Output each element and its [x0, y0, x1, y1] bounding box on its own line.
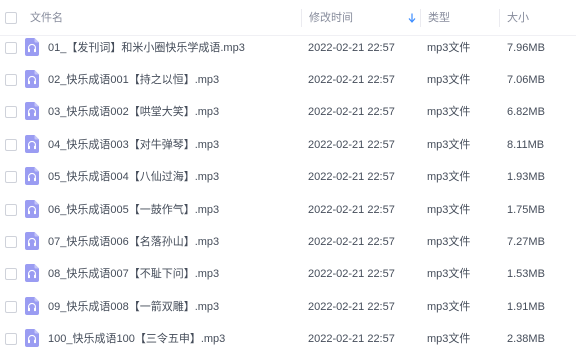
sort-descending-icon[interactable] [408, 13, 416, 23]
file-size: 1.53MB [507, 268, 545, 281]
file-row[interactable]: 02_快乐成语001【持之以恒】.mp3 2022-02-21 22:57 mp3文… [0, 62, 576, 98]
file-modified-time: 2022-02-21 22:57 [308, 203, 395, 216]
file-name[interactable]: 08_快乐成语007【不耻下问】.mp3 [48, 256, 219, 292]
file-name[interactable]: 01_【发刊词】和米小圈快乐学成语.mp3 [48, 30, 245, 66]
file-row[interactable]: 03_快乐成语002【哄堂大笑】.mp3 2022-02-21 22:57 mp3文… [0, 94, 576, 130]
file-size: 1.93MB [507, 171, 545, 184]
file-size: 1.91MB [507, 300, 545, 313]
row-checkbox[interactable] [5, 300, 17, 313]
file-type: mp3文件 [427, 300, 471, 313]
row-checkbox[interactable] [5, 203, 17, 216]
file-type: mp3文件 [427, 41, 471, 54]
row-checkbox[interactable] [5, 171, 17, 184]
file-size: 7.27MB [507, 235, 545, 248]
audio-file-icon [25, 102, 39, 121]
file-list: 文件名 修改时间 类型 大小 01_【发刊词】和米小圈快乐学成语.mp3 2022… [0, 0, 576, 356]
row-checkbox[interactable] [5, 235, 17, 248]
audio-file-icon [25, 264, 39, 283]
file-type: mp3文件 [427, 235, 471, 248]
file-name[interactable]: 100_快乐成语100【三令五申】.mp3 [48, 321, 225, 356]
row-checkbox[interactable] [5, 268, 17, 281]
file-modified-time: 2022-02-21 22:57 [308, 300, 395, 313]
file-name[interactable]: 06_快乐成语005【一鼓作气】.mp3 [48, 192, 219, 228]
file-size: 8.11MB [507, 138, 545, 151]
file-type: mp3文件 [427, 268, 471, 281]
file-name[interactable]: 04_快乐成语003【对牛弹琴】.mp3 [48, 127, 219, 163]
file-row[interactable]: 07_快乐成语006【名落孙山】.mp3 2022-02-21 22:57 mp3文… [0, 224, 576, 260]
file-modified-time: 2022-02-21 22:57 [308, 138, 395, 151]
file-row[interactable]: 05_快乐成语004【八仙过海】.mp3 2022-02-21 22:57 mp3文… [0, 159, 576, 195]
select-all-checkbox[interactable] [5, 12, 17, 24]
file-type: mp3文件 [427, 203, 471, 216]
audio-file-icon [25, 37, 39, 56]
file-modified-time: 2022-02-21 22:57 [308, 41, 395, 54]
file-row[interactable]: 04_快乐成语003【对牛弹琴】.mp3 2022-02-21 22:57 mp3文… [0, 127, 576, 163]
file-row[interactable]: 100_快乐成语100【三令五申】.mp3 2022-02-21 22:57 mp3… [0, 321, 576, 356]
file-modified-time: 2022-02-21 22:57 [308, 235, 395, 248]
audio-file-icon [25, 69, 39, 88]
file-type: mp3文件 [427, 171, 471, 184]
audio-file-icon [25, 329, 39, 348]
file-modified-time: 2022-02-21 22:57 [308, 73, 395, 86]
file-modified-time: 2022-02-21 22:57 [308, 268, 395, 281]
file-row[interactable]: 08_快乐成语007【不耻下问】.mp3 2022-02-21 22:57 mp3文… [0, 256, 576, 292]
file-name[interactable]: 02_快乐成语001【持之以恒】.mp3 [48, 62, 219, 98]
row-checkbox[interactable] [5, 333, 17, 346]
row-checkbox[interactable] [5, 138, 17, 151]
file-type: mp3文件 [427, 106, 471, 119]
file-size: 1.75MB [507, 203, 545, 216]
file-size: 2.38MB [507, 333, 545, 346]
file-row[interactable]: 01_【发刊词】和米小圈快乐学成语.mp3 2022-02-21 22:57 mp3… [0, 30, 576, 66]
file-row[interactable]: 09_快乐成语008【一箭双雕】.mp3 2022-02-21 22:57 mp3文… [0, 289, 576, 325]
file-type: mp3文件 [427, 138, 471, 151]
row-checkbox[interactable] [5, 106, 17, 119]
file-modified-time: 2022-02-21 22:57 [308, 171, 395, 184]
file-type: mp3文件 [427, 333, 471, 346]
file-size: 7.06MB [507, 73, 545, 86]
file-name[interactable]: 05_快乐成语004【八仙过海】.mp3 [48, 159, 219, 195]
audio-file-icon [25, 296, 39, 315]
file-modified-time: 2022-02-21 22:57 [308, 106, 395, 119]
audio-file-icon [25, 167, 39, 186]
column-divider[interactable] [420, 9, 421, 27]
column-divider[interactable] [301, 9, 302, 27]
file-name[interactable]: 03_快乐成语002【哄堂大笑】.mp3 [48, 94, 219, 130]
column-divider[interactable] [499, 9, 500, 27]
audio-file-icon [25, 134, 39, 153]
audio-file-icon [25, 231, 39, 250]
file-size: 6.82MB [507, 106, 545, 119]
row-checkbox[interactable] [5, 73, 17, 86]
row-checkbox[interactable] [5, 41, 17, 54]
file-modified-time: 2022-02-21 22:57 [308, 333, 395, 346]
audio-file-icon [25, 199, 39, 218]
file-name[interactable]: 07_快乐成语006【名落孙山】.mp3 [48, 224, 219, 260]
file-size: 7.96MB [507, 41, 545, 54]
file-type: mp3文件 [427, 73, 471, 86]
file-row[interactable]: 06_快乐成语005【一鼓作气】.mp3 2022-02-21 22:57 mp3文… [0, 192, 576, 228]
file-name[interactable]: 09_快乐成语008【一箭双雕】.mp3 [48, 289, 219, 325]
